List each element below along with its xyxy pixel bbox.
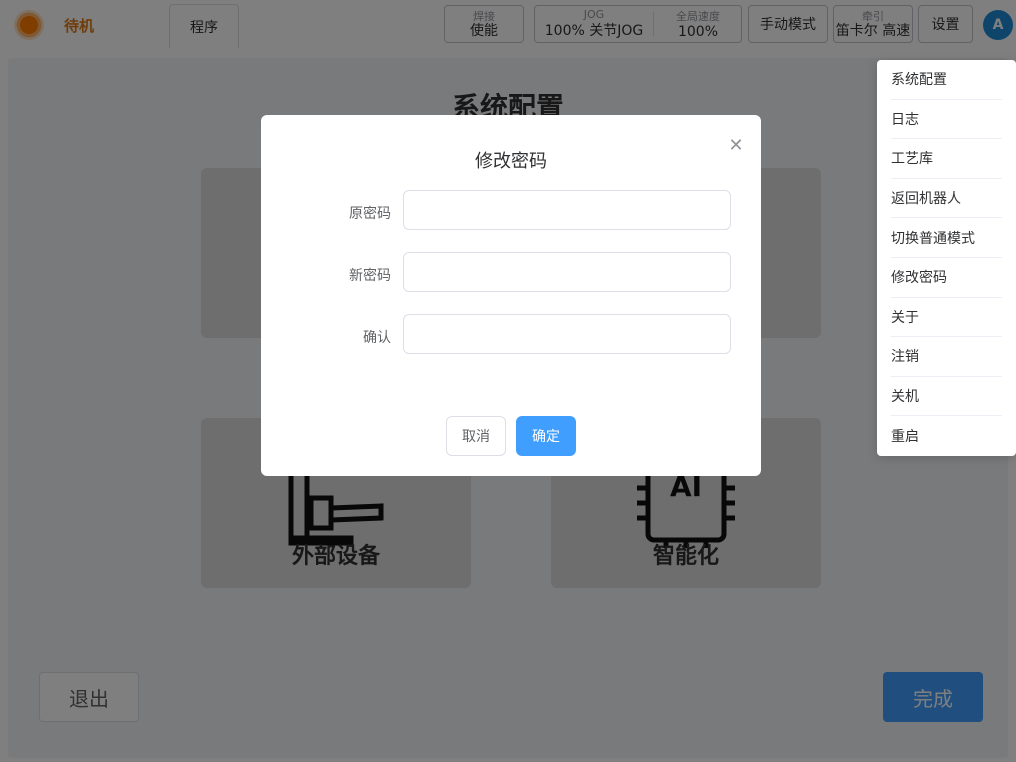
confirm-button[interactable]: 确定	[516, 416, 576, 456]
menu-item-switch-normal-mode[interactable]: 切换普通模式	[891, 218, 1002, 258]
confirm-password-label: 确认	[363, 330, 391, 346]
menu-item-process-library[interactable]: 工艺库	[891, 139, 1002, 179]
menu-item-logout[interactable]: 注销	[891, 337, 1002, 377]
menu-item-return-robot[interactable]: 返回机器人	[891, 179, 1002, 219]
old-password-input[interactable]	[403, 190, 731, 230]
close-icon[interactable]: ✕	[727, 137, 745, 155]
new-password-label: 新密码	[349, 268, 391, 284]
dialog-title: 修改密码	[475, 151, 547, 172]
menu-item-shutdown[interactable]: 关机	[891, 377, 1002, 417]
menu-item-about[interactable]: 关于	[891, 298, 1002, 338]
cancel-button[interactable]: 取消	[446, 416, 506, 456]
old-password-label: 原密码	[349, 206, 391, 222]
menu-item-system-config[interactable]: 系统配置	[891, 60, 1002, 100]
change-password-dialog: 修改密码 ✕ 原密码 新密码 确认 取消 确定	[261, 115, 761, 476]
new-password-input[interactable]	[403, 252, 731, 292]
confirm-password-input[interactable]	[403, 314, 731, 354]
menu-item-restart[interactable]: 重启	[891, 416, 1002, 456]
menu-item-change-password[interactable]: 修改密码	[891, 258, 1002, 298]
menu-item-log[interactable]: 日志	[891, 100, 1002, 140]
settings-dropdown-menu: 系统配置 日志 工艺库 返回机器人 切换普通模式 修改密码 关于 注销 关机 重…	[877, 60, 1016, 456]
